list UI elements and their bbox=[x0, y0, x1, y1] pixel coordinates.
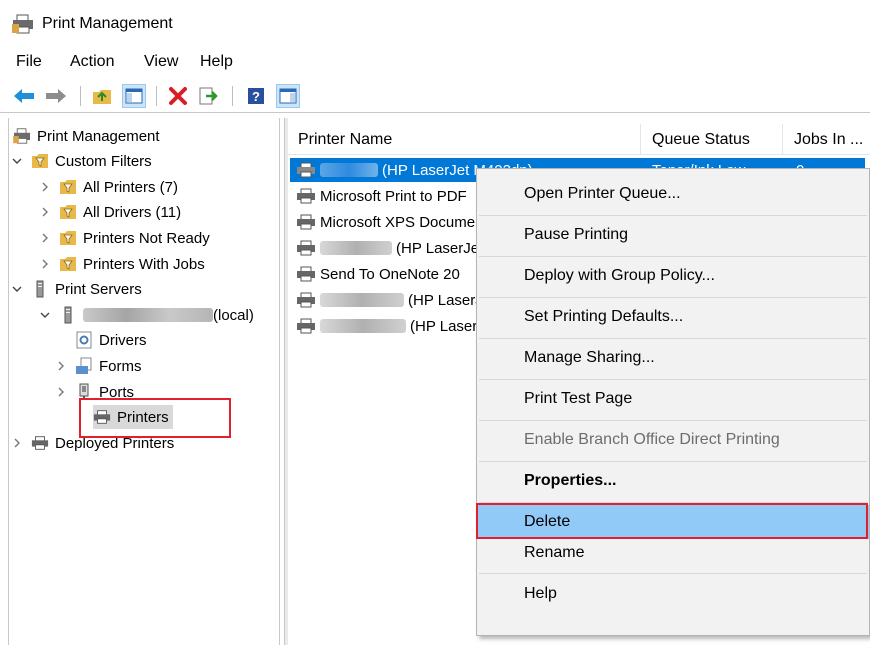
menu-item-pause-printing[interactable]: Pause Printing bbox=[477, 218, 869, 252]
back-arrow-icon[interactable] bbox=[12, 84, 36, 108]
table-row[interactable]: Send To OneNote 20 bbox=[290, 262, 460, 286]
action-pane-icon[interactable] bbox=[276, 84, 300, 108]
up-folder-icon[interactable] bbox=[90, 84, 114, 108]
menu-item-rename[interactable]: Rename bbox=[477, 536, 869, 570]
printer-name: Microsoft XPS Document bbox=[320, 213, 488, 231]
table-row[interactable]: (HP LaserJet bbox=[290, 288, 495, 312]
context-menu: Open Printer Queue... Pause Printing Dep… bbox=[476, 168, 870, 636]
printer-icon bbox=[296, 292, 316, 308]
column-header-queue-status[interactable]: Queue Status bbox=[652, 131, 750, 149]
printer-app-icon bbox=[12, 14, 34, 38]
svg-text:?: ? bbox=[252, 89, 260, 104]
filter-folder-icon bbox=[59, 178, 77, 196]
server-tower-icon bbox=[31, 280, 49, 298]
printer-name: (HP LaserJet bbox=[396, 239, 484, 257]
chevron-down-icon[interactable] bbox=[11, 157, 23, 165]
server-tower-icon bbox=[59, 306, 77, 324]
tree-item-print-management[interactable]: Print Management bbox=[13, 124, 160, 148]
tree-label: Printers Not Ready bbox=[83, 229, 210, 247]
export-list-icon[interactable] bbox=[196, 84, 220, 108]
chevron-right-icon[interactable] bbox=[11, 438, 23, 448]
highlight-box-printers bbox=[79, 398, 231, 438]
table-row[interactable]: Microsoft Print to PDF bbox=[290, 184, 467, 208]
menu-item-help[interactable]: Help bbox=[477, 577, 869, 611]
menu-item-open-printer-queue[interactable]: Open Printer Queue... bbox=[477, 177, 869, 211]
menu-item-enable-branch-office: Enable Branch Office Direct Printing bbox=[524, 431, 780, 448]
tree-item-all-printers[interactable]: All Printers (7) bbox=[39, 175, 178, 199]
redacted-printer-name bbox=[320, 241, 392, 255]
list-header: Printer Name Queue Status Jobs In ... bbox=[288, 124, 870, 155]
chevron-right-icon[interactable] bbox=[55, 361, 67, 371]
menu-item-print-test-page[interactable]: Print Test Page bbox=[477, 382, 869, 416]
tree-label: Custom Filters bbox=[55, 152, 152, 170]
tree-label: Forms bbox=[99, 357, 142, 375]
menu-view[interactable]: View bbox=[144, 53, 178, 71]
help-icon[interactable]: ? bbox=[244, 84, 268, 108]
forward-arrow-icon[interactable] bbox=[44, 84, 68, 108]
menu-action[interactable]: Action bbox=[70, 53, 114, 71]
show-hide-tree-icon[interactable] bbox=[122, 84, 146, 108]
printer-name: Microsoft Print to PDF bbox=[320, 187, 467, 205]
delete-x-icon[interactable] bbox=[166, 84, 190, 108]
title-bar: Print Management bbox=[0, 0, 870, 46]
printer-icon bbox=[296, 266, 316, 282]
printer-icon bbox=[296, 318, 316, 334]
printer-icon bbox=[296, 188, 316, 204]
filter-folder-icon bbox=[31, 152, 49, 170]
highlight-box-delete bbox=[476, 503, 868, 539]
printer-icon bbox=[296, 162, 316, 178]
printer-app-icon bbox=[13, 127, 31, 145]
menu-item-deploy-group-policy[interactable]: Deploy with Group Policy... bbox=[477, 259, 869, 293]
table-row[interactable]: (HP LaserJet bbox=[290, 236, 483, 260]
table-row[interactable]: (HP LaserJet bbox=[290, 314, 497, 338]
tree-label: Print Management bbox=[37, 127, 160, 145]
column-header-jobs-in-queue[interactable]: Jobs In ... bbox=[794, 131, 863, 149]
table-row[interactable]: Microsoft XPS Document bbox=[290, 210, 488, 234]
console-tree: Print Management Custom Filters All Prin… bbox=[8, 118, 280, 645]
tree-item-print-servers[interactable]: Print Servers bbox=[11, 277, 142, 301]
menu-item-manage-sharing[interactable]: Manage Sharing... bbox=[477, 341, 869, 375]
tree-label: (local) bbox=[213, 306, 254, 324]
filter-folder-icon bbox=[59, 229, 77, 247]
chevron-down-icon[interactable] bbox=[11, 285, 23, 293]
redacted-printer-name bbox=[320, 319, 406, 333]
redacted-printer-name bbox=[320, 163, 378, 177]
tree-item-printers-with-jobs[interactable]: Printers With Jobs bbox=[39, 252, 205, 276]
tree-label: Print Servers bbox=[55, 280, 142, 298]
tree-label: Drivers bbox=[99, 331, 147, 349]
chevron-right-icon[interactable] bbox=[55, 387, 67, 397]
tree-item-custom-filters[interactable]: Custom Filters bbox=[11, 149, 152, 173]
printer-icon bbox=[296, 214, 316, 230]
menu-item-properties[interactable]: Properties... bbox=[477, 464, 869, 498]
driver-gear-icon bbox=[75, 331, 93, 349]
menu-bar: File Action View Help bbox=[0, 46, 870, 76]
menu-help[interactable]: Help bbox=[200, 53, 233, 71]
menu-item-set-printing-defaults[interactable]: Set Printing Defaults... bbox=[477, 300, 869, 334]
printer-icon bbox=[296, 240, 316, 256]
tree-item-forms[interactable]: Forms bbox=[55, 354, 142, 378]
window-title: Print Management bbox=[42, 15, 173, 32]
tree-label: All Drivers (11) bbox=[83, 203, 182, 221]
printer-name: Send To OneNote 20 bbox=[320, 265, 460, 283]
chevron-right-icon[interactable] bbox=[39, 207, 51, 217]
toolbar: ? bbox=[0, 80, 870, 113]
tree-item-printers-not-ready[interactable]: Printers Not Ready bbox=[39, 226, 210, 250]
tree-label: All Printers (7) bbox=[83, 178, 179, 196]
filter-folder-icon bbox=[59, 203, 77, 221]
filter-folder-icon bbox=[59, 255, 77, 273]
tree-item-drivers[interactable]: Drivers bbox=[75, 328, 147, 352]
redacted-printer-name bbox=[320, 293, 404, 307]
column-header-printer-name[interactable]: Printer Name bbox=[298, 131, 392, 149]
menu-file[interactable]: File bbox=[16, 53, 42, 71]
chevron-down-icon[interactable] bbox=[39, 311, 51, 319]
forms-icon bbox=[75, 357, 93, 375]
printer-icon bbox=[31, 434, 49, 452]
chevron-right-icon[interactable] bbox=[39, 182, 51, 192]
chevron-right-icon[interactable] bbox=[39, 233, 51, 243]
chevron-right-icon[interactable] bbox=[39, 259, 51, 269]
tree-label: Printers With Jobs bbox=[83, 255, 205, 273]
redacted-server-name bbox=[83, 308, 213, 322]
tree-item-all-drivers[interactable]: All Drivers (11) bbox=[39, 200, 181, 224]
tree-item-local-server[interactable]: (local) bbox=[39, 303, 254, 327]
